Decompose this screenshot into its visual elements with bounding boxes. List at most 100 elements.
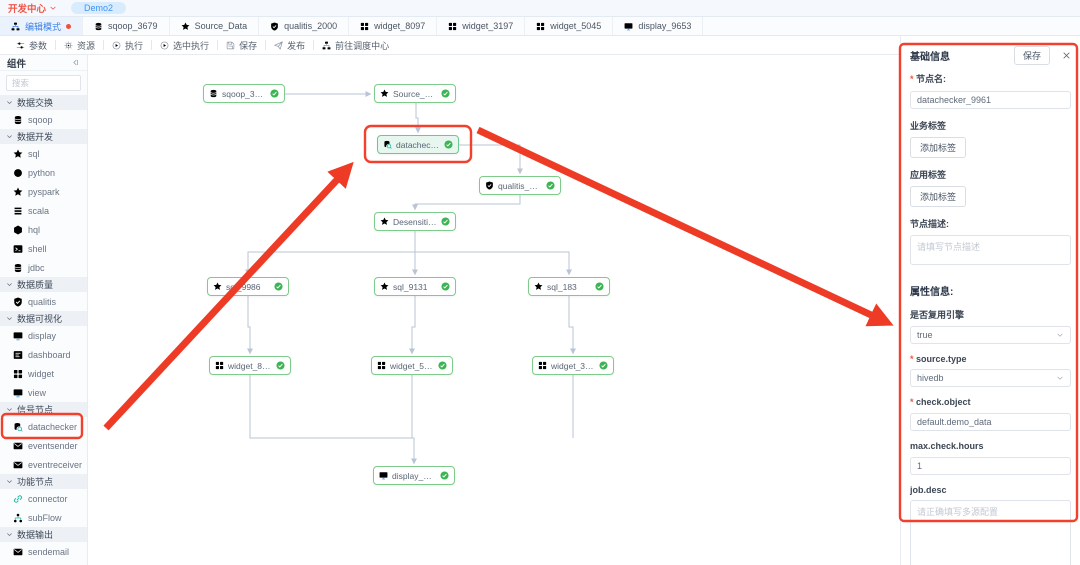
component-label: pyspark bbox=[28, 187, 60, 197]
save-button[interactable]: 保存 bbox=[1014, 46, 1050, 65]
component-item-qualitis[interactable]: qualitis bbox=[0, 292, 87, 311]
term-icon bbox=[13, 244, 23, 254]
node-widget_5045[interactable]: widget_5045 bbox=[371, 356, 453, 375]
component-item-scala[interactable]: scala bbox=[0, 201, 87, 220]
node-sql_9131[interactable]: sql_9131 bbox=[374, 277, 456, 296]
section-header-数据质量[interactable]: 数据质量 bbox=[0, 277, 87, 292]
monitor-icon bbox=[13, 331, 23, 341]
edge-Source_Data-to-datachecker_9961 bbox=[416, 103, 418, 132]
field-textarea-job.desc[interactable] bbox=[910, 500, 1071, 565]
toolbar-button-资源[interactable]: 资源 bbox=[56, 39, 103, 52]
properties-panel: 基础信息 保存 * 节点名:业务标签添加标签应用标签添加标签节点描述:属性信息:… bbox=[900, 36, 1080, 565]
status-success-icon bbox=[441, 282, 450, 291]
toolbar-button-执行[interactable]: 执行 bbox=[104, 39, 151, 52]
component-item-connector[interactable]: connector bbox=[0, 489, 87, 508]
component-search-input[interactable] bbox=[6, 75, 81, 91]
field-input-节点名:[interactable] bbox=[910, 91, 1071, 109]
tab-bar: 编辑模式sqoop_3679Source_Dataqualitis_2000wi… bbox=[0, 17, 1080, 36]
toolbar-button-参数[interactable]: 参数 bbox=[8, 39, 55, 52]
section-header-数据输出[interactable]: 数据输出 bbox=[0, 527, 87, 542]
close-icon[interactable] bbox=[1062, 51, 1071, 60]
component-item-sqoop[interactable]: sqoop bbox=[0, 110, 87, 129]
field-select-是否复用引擎[interactable]: true bbox=[910, 326, 1071, 344]
node-datachecker_9961[interactable]: datachecker... bbox=[377, 135, 459, 154]
component-item-datachecker[interactable]: datachecker bbox=[0, 417, 87, 436]
widget-icon bbox=[215, 361, 224, 370]
section-header-数据可视化[interactable]: 数据可视化 bbox=[0, 311, 87, 326]
section-header-信号节点[interactable]: 信号节点 bbox=[0, 402, 87, 417]
sidebar-section: 数据质量qualitis bbox=[0, 277, 87, 311]
node-label: widget_3197 bbox=[551, 361, 595, 371]
field-input-check.object[interactable] bbox=[910, 413, 1071, 431]
sidebar-title: 组件 bbox=[7, 56, 26, 70]
monitor-icon bbox=[379, 471, 388, 480]
sidebar-section: 数据可视化displaydashboard widget view bbox=[0, 311, 87, 402]
component-label: subFlow bbox=[28, 513, 62, 523]
component-item-sendemail[interactable]: sendemail bbox=[0, 542, 87, 561]
component-item-widget[interactable]: widget bbox=[0, 364, 87, 383]
component-item-dashboard[interactable]: dashboard bbox=[0, 345, 87, 364]
add-tag-button[interactable]: 添加标签 bbox=[910, 137, 966, 158]
component-item-hql[interactable]: hql bbox=[0, 220, 87, 239]
app-menu[interactable]: 开发中心 bbox=[8, 1, 57, 15]
tab-qualitis_2000[interactable]: qualitis_2000 bbox=[259, 17, 349, 35]
section-header-数据开发[interactable]: 数据开发 bbox=[0, 129, 87, 144]
bars-icon bbox=[13, 206, 23, 216]
component-label: eventreceiver bbox=[28, 460, 82, 470]
add-tag-button[interactable]: 添加标签 bbox=[910, 186, 966, 207]
component-label: sendemail bbox=[28, 547, 69, 557]
field-textarea-节点描述:[interactable] bbox=[910, 235, 1071, 265]
chevron-down-icon bbox=[6, 478, 13, 485]
node-qualitis_2000[interactable]: qualitis_2000 bbox=[479, 176, 561, 195]
component-item-eventsender[interactable]: eventsender bbox=[0, 436, 87, 455]
component-label: widget bbox=[28, 369, 54, 379]
tab-编辑模式[interactable]: 编辑模式 bbox=[0, 17, 83, 35]
component-item-jdbc[interactable]: jdbc bbox=[0, 258, 87, 277]
node-Desensitized[interactable]: Desensitized... bbox=[374, 212, 456, 231]
tab-label: widget_5045 bbox=[550, 21, 601, 31]
unsaved-dot-icon bbox=[66, 24, 71, 29]
node-display_9653[interactable]: display_9653 bbox=[373, 466, 455, 485]
toolbar-button-发布[interactable]: 发布 bbox=[266, 39, 313, 52]
component-item-sql[interactable]: sql bbox=[0, 144, 87, 163]
sidebar-section: 数据交换sqoop bbox=[0, 95, 87, 129]
toolbar-button-前往调度中心[interactable]: 前往调度中心 bbox=[314, 39, 397, 52]
dag-canvas[interactable]: sqoop_3679 Source_Data datachecker... quali… bbox=[88, 55, 900, 565]
edge-qualitis_2000-to-Desensitized bbox=[415, 195, 520, 209]
toolbar-button-选中执行[interactable]: 选中执行 bbox=[152, 39, 217, 52]
component-item-shell[interactable]: shell bbox=[0, 239, 87, 258]
required-asterisk: * bbox=[910, 74, 914, 84]
tab-widget_3197[interactable]: widget_3197 bbox=[437, 17, 525, 35]
node-sql_183[interactable]: sql_183 bbox=[528, 277, 610, 296]
status-success-icon bbox=[595, 282, 604, 291]
node-widget_3197[interactable]: widget_3197 bbox=[532, 356, 614, 375]
sitemap-icon bbox=[11, 22, 20, 31]
component-item-eventreceiver[interactable]: eventreceiver bbox=[0, 455, 87, 474]
component-item-subFlow[interactable]: subFlow bbox=[0, 508, 87, 527]
chevron-down-icon bbox=[1056, 331, 1064, 339]
section-header-功能节点[interactable]: 功能节点 bbox=[0, 474, 87, 489]
node-Source_Data[interactable]: Source_Data bbox=[374, 84, 456, 103]
tab-widget_5045[interactable]: widget_5045 bbox=[525, 17, 613, 35]
collapse-sidebar-icon[interactable] bbox=[71, 58, 80, 67]
toolbar-button-保存[interactable]: 保存 bbox=[218, 39, 265, 52]
node-sqoop_3679[interactable]: sqoop_3679 bbox=[203, 84, 285, 103]
tab-widget_8097[interactable]: widget_8097 bbox=[349, 17, 437, 35]
node-sql_9986[interactable]: sql_9986 bbox=[207, 277, 289, 296]
tab-display_9653[interactable]: display_9653 bbox=[613, 17, 703, 35]
component-item-python[interactable]: python bbox=[0, 163, 87, 182]
field-label: * check.object bbox=[910, 397, 1071, 407]
tab-Source_Data[interactable]: Source_Data bbox=[170, 17, 260, 35]
tab-sqoop_3679[interactable]: sqoop_3679 bbox=[83, 17, 170, 35]
widget-icon bbox=[448, 22, 457, 31]
component-item-view[interactable]: view bbox=[0, 383, 87, 402]
component-item-display[interactable]: display bbox=[0, 326, 87, 345]
circle-icon bbox=[13, 168, 23, 178]
field-label: * 节点名: bbox=[910, 72, 1071, 85]
component-item-pyspark[interactable]: pyspark bbox=[0, 182, 87, 201]
field-input-max.check.hours[interactable] bbox=[910, 457, 1071, 475]
project-tab[interactable]: Demo2 bbox=[71, 2, 126, 14]
section-header-数据交换[interactable]: 数据交换 bbox=[0, 95, 87, 110]
node-widget_8097[interactable]: widget_8097 bbox=[209, 356, 291, 375]
field-select-source.type[interactable]: hivedb bbox=[910, 369, 1071, 387]
